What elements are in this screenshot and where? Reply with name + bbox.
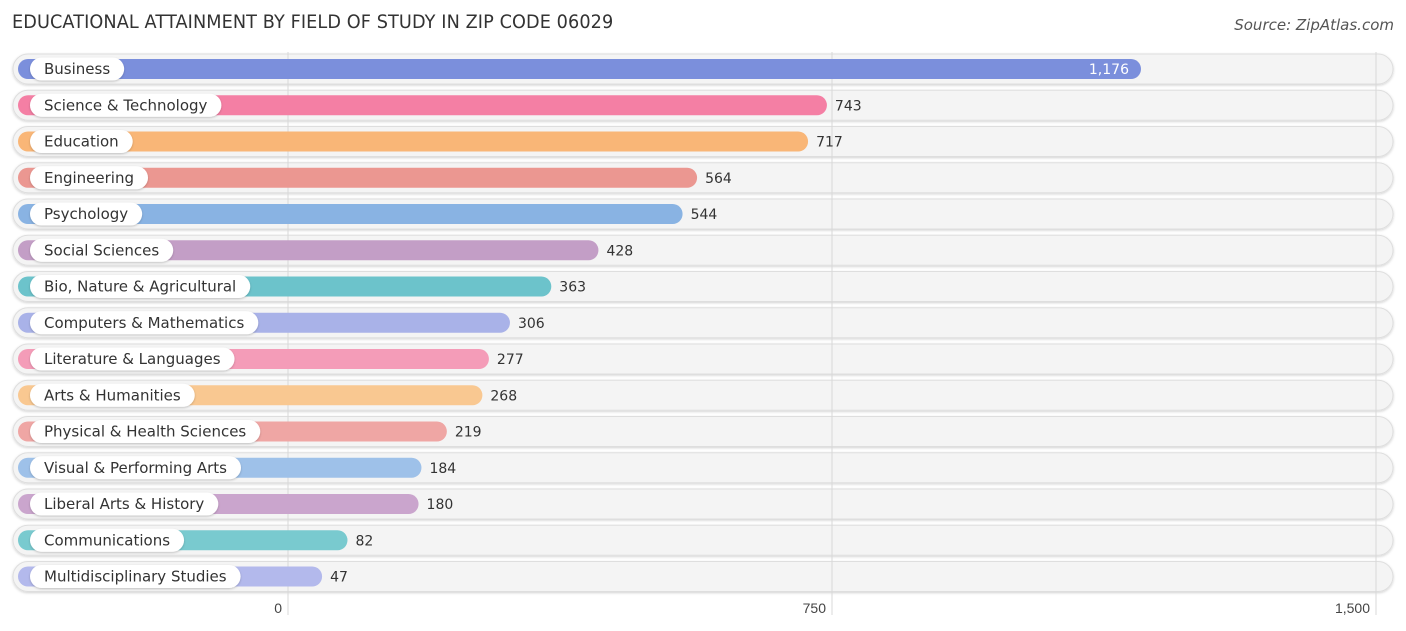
bar-row: Computers & Mathematics 306 bbox=[18, 311, 545, 335]
category-label: Engineering bbox=[44, 169, 134, 187]
category-label: Visual & Performing Arts bbox=[44, 459, 227, 477]
bar-row: Business 1,176 bbox=[18, 57, 1141, 81]
bar-row: Social Sciences 428 bbox=[18, 238, 633, 262]
category-label: Social Sciences bbox=[44, 241, 159, 259]
category-label: Science & Technology bbox=[44, 96, 208, 114]
bar-row: Psychology 544 bbox=[18, 202, 718, 226]
category-label: Liberal Arts & History bbox=[44, 495, 204, 513]
value-label: 717 bbox=[816, 135, 843, 151]
bar bbox=[18, 59, 1141, 79]
bar-chart: Business 1,176 Science & Technology 743 Educ… bbox=[12, 52, 1394, 616]
bar bbox=[18, 131, 809, 152]
bar-row: Engineering 564 bbox=[18, 166, 732, 190]
value-label: 268 bbox=[490, 388, 517, 404]
bar-row: Arts & Humanities 268 bbox=[18, 383, 517, 407]
value-label: 564 bbox=[705, 171, 732, 187]
category-label: Arts & Humanities bbox=[44, 386, 181, 404]
value-label: 184 bbox=[429, 461, 456, 477]
value-label: 1,176 bbox=[1089, 62, 1129, 78]
value-label: 743 bbox=[835, 98, 862, 114]
category-label: Literature & Languages bbox=[44, 350, 221, 368]
category-label: Communications bbox=[44, 531, 170, 549]
category-label: Multidisciplinary Studies bbox=[44, 568, 227, 586]
bar-row: Liberal Arts & History 180 bbox=[18, 492, 454, 516]
bar-row: Physical & Health Sciences 219 bbox=[18, 420, 482, 443]
category-label: Computers & Mathematics bbox=[44, 314, 244, 332]
bar-row: Communications 82 bbox=[18, 528, 373, 552]
category-label: Business bbox=[44, 60, 110, 78]
category-label: Education bbox=[44, 133, 119, 151]
category-label: Bio, Nature & Agricultural bbox=[44, 278, 236, 296]
bar-row: Visual & Performing Arts 184 bbox=[18, 456, 456, 480]
value-label: 47 bbox=[330, 570, 348, 586]
value-label: 544 bbox=[691, 207, 718, 223]
bar-row: Education 717 bbox=[18, 130, 843, 153]
bar-row: Literature & Languages 277 bbox=[18, 347, 524, 371]
bar-row: Multidisciplinary Studies 47 bbox=[18, 565, 348, 588]
category-label: Psychology bbox=[44, 205, 128, 223]
value-label: 428 bbox=[606, 243, 633, 259]
value-label: 82 bbox=[355, 533, 373, 549]
value-label: 306 bbox=[518, 316, 545, 332]
x-tick-label: 0 bbox=[274, 600, 282, 616]
x-tick-label: 750 bbox=[803, 600, 827, 616]
value-label: 277 bbox=[497, 352, 524, 368]
value-label: 363 bbox=[559, 280, 586, 296]
category-label: Physical & Health Sciences bbox=[44, 423, 246, 441]
bar-row: Science & Technology 743 bbox=[18, 93, 862, 117]
x-axis-ticks: 0 750 1,500 bbox=[274, 600, 1370, 616]
x-tick-label: 1,500 bbox=[1335, 600, 1370, 616]
value-label: 180 bbox=[427, 497, 454, 513]
bar-row: Bio, Nature & Agricultural 363 bbox=[18, 275, 586, 298]
value-label: 219 bbox=[455, 425, 482, 441]
